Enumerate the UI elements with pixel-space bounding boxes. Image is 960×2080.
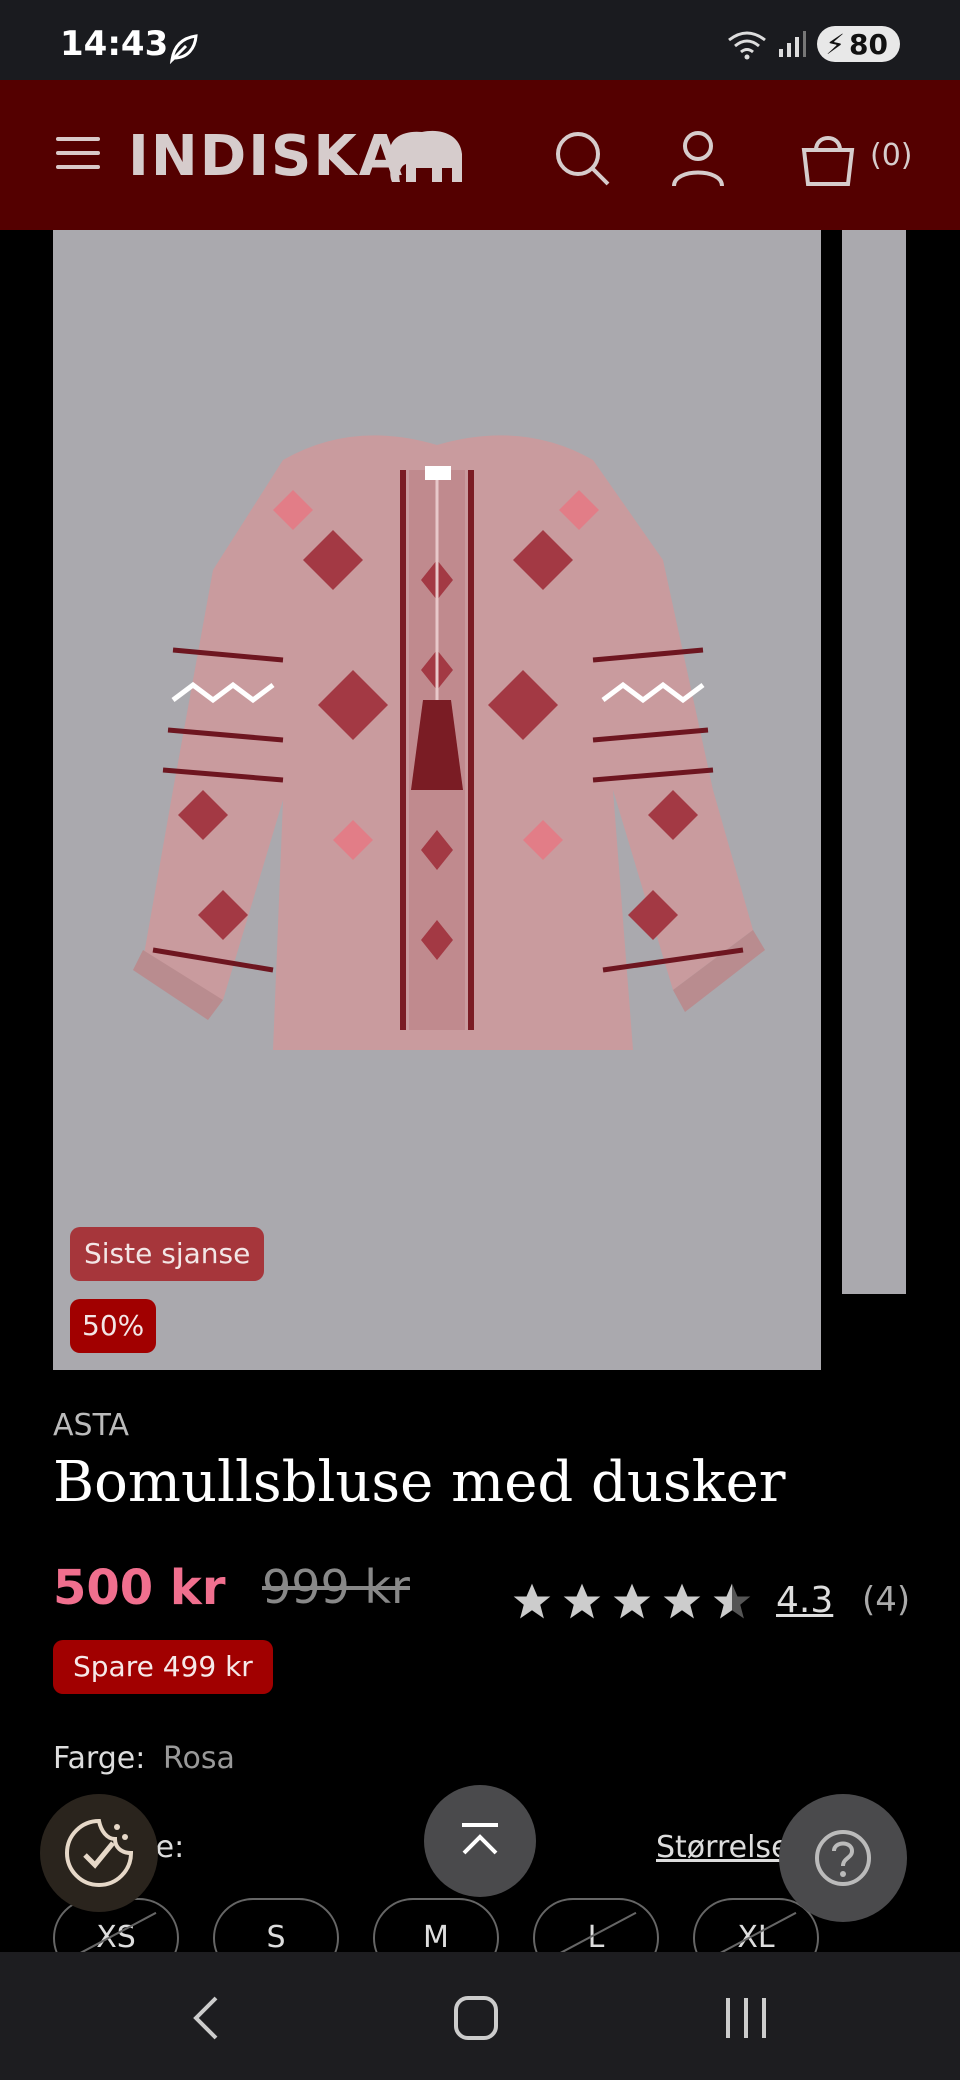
scroll-to-top-button[interactable] (424, 1785, 536, 1897)
scroll-to-top-icon (462, 1823, 498, 1855)
search-icon[interactable] (552, 128, 612, 188)
recents-icon[interactable] (716, 1988, 776, 2048)
discount-badge: 50% (70, 1299, 157, 1353)
menu-icon[interactable] (56, 133, 100, 173)
star-icon (613, 1583, 651, 1619)
rating-value[interactable]: 4.3 (776, 1580, 833, 1621)
saving-badge: Spare 499 kr (53, 1640, 273, 1694)
status-time: 14:43 (60, 24, 169, 64)
product-title: Bomullsbluse med dusker (53, 1450, 786, 1515)
product-image[interactable] (53, 230, 821, 1370)
status-bar: 14:43 ⚡ 80 (0, 0, 960, 80)
rating-stars[interactable] (510, 1580, 754, 1624)
brand-logo-text[interactable]: INDISKA (128, 124, 404, 189)
help-icon (815, 1830, 871, 1886)
cookie-consent-icon (65, 1818, 134, 1887)
back-icon[interactable] (178, 1988, 238, 2048)
color-label: Farge: (53, 1741, 146, 1776)
battery-level: 80 (849, 27, 888, 61)
last-chance-badge: Siste sjanse (70, 1227, 265, 1281)
rating-count: (4) (862, 1580, 911, 1620)
star-icon (513, 1583, 551, 1619)
elephant-logo-icon[interactable] (382, 124, 468, 186)
signal-icon (779, 31, 807, 57)
user-icon[interactable] (668, 128, 728, 188)
star-icon (663, 1583, 701, 1619)
next-product-image[interactable] (842, 230, 906, 1294)
original-price: 999 kr (262, 1560, 410, 1614)
status-indicators: ⚡ 80 (727, 26, 900, 62)
wifi-icon (728, 31, 767, 60)
cookie-consent-button[interactable] (40, 1794, 158, 1912)
size-guide-link[interactable]: Størrelse (656, 1830, 790, 1865)
cart-count[interactable]: (0) (870, 138, 913, 173)
help-button[interactable] (779, 1794, 907, 1922)
star-icon (563, 1583, 601, 1619)
leaf-icon (169, 34, 198, 64)
blouse-illustration (133, 435, 765, 1050)
battery-indicator: ⚡ 80 (817, 26, 900, 62)
home-icon[interactable] (446, 1988, 506, 2048)
color-value: Rosa (163, 1741, 235, 1776)
sale-price: 500 kr (53, 1560, 226, 1616)
system-navigation-bar (0, 1952, 960, 2080)
cart-icon[interactable] (798, 128, 858, 188)
site-header: INDISKA (0) (0, 80, 960, 230)
half-star-icon (713, 1583, 751, 1619)
battery-saver-icon: ⚡ (825, 27, 846, 61)
product-brand: ASTA (53, 1408, 130, 1443)
